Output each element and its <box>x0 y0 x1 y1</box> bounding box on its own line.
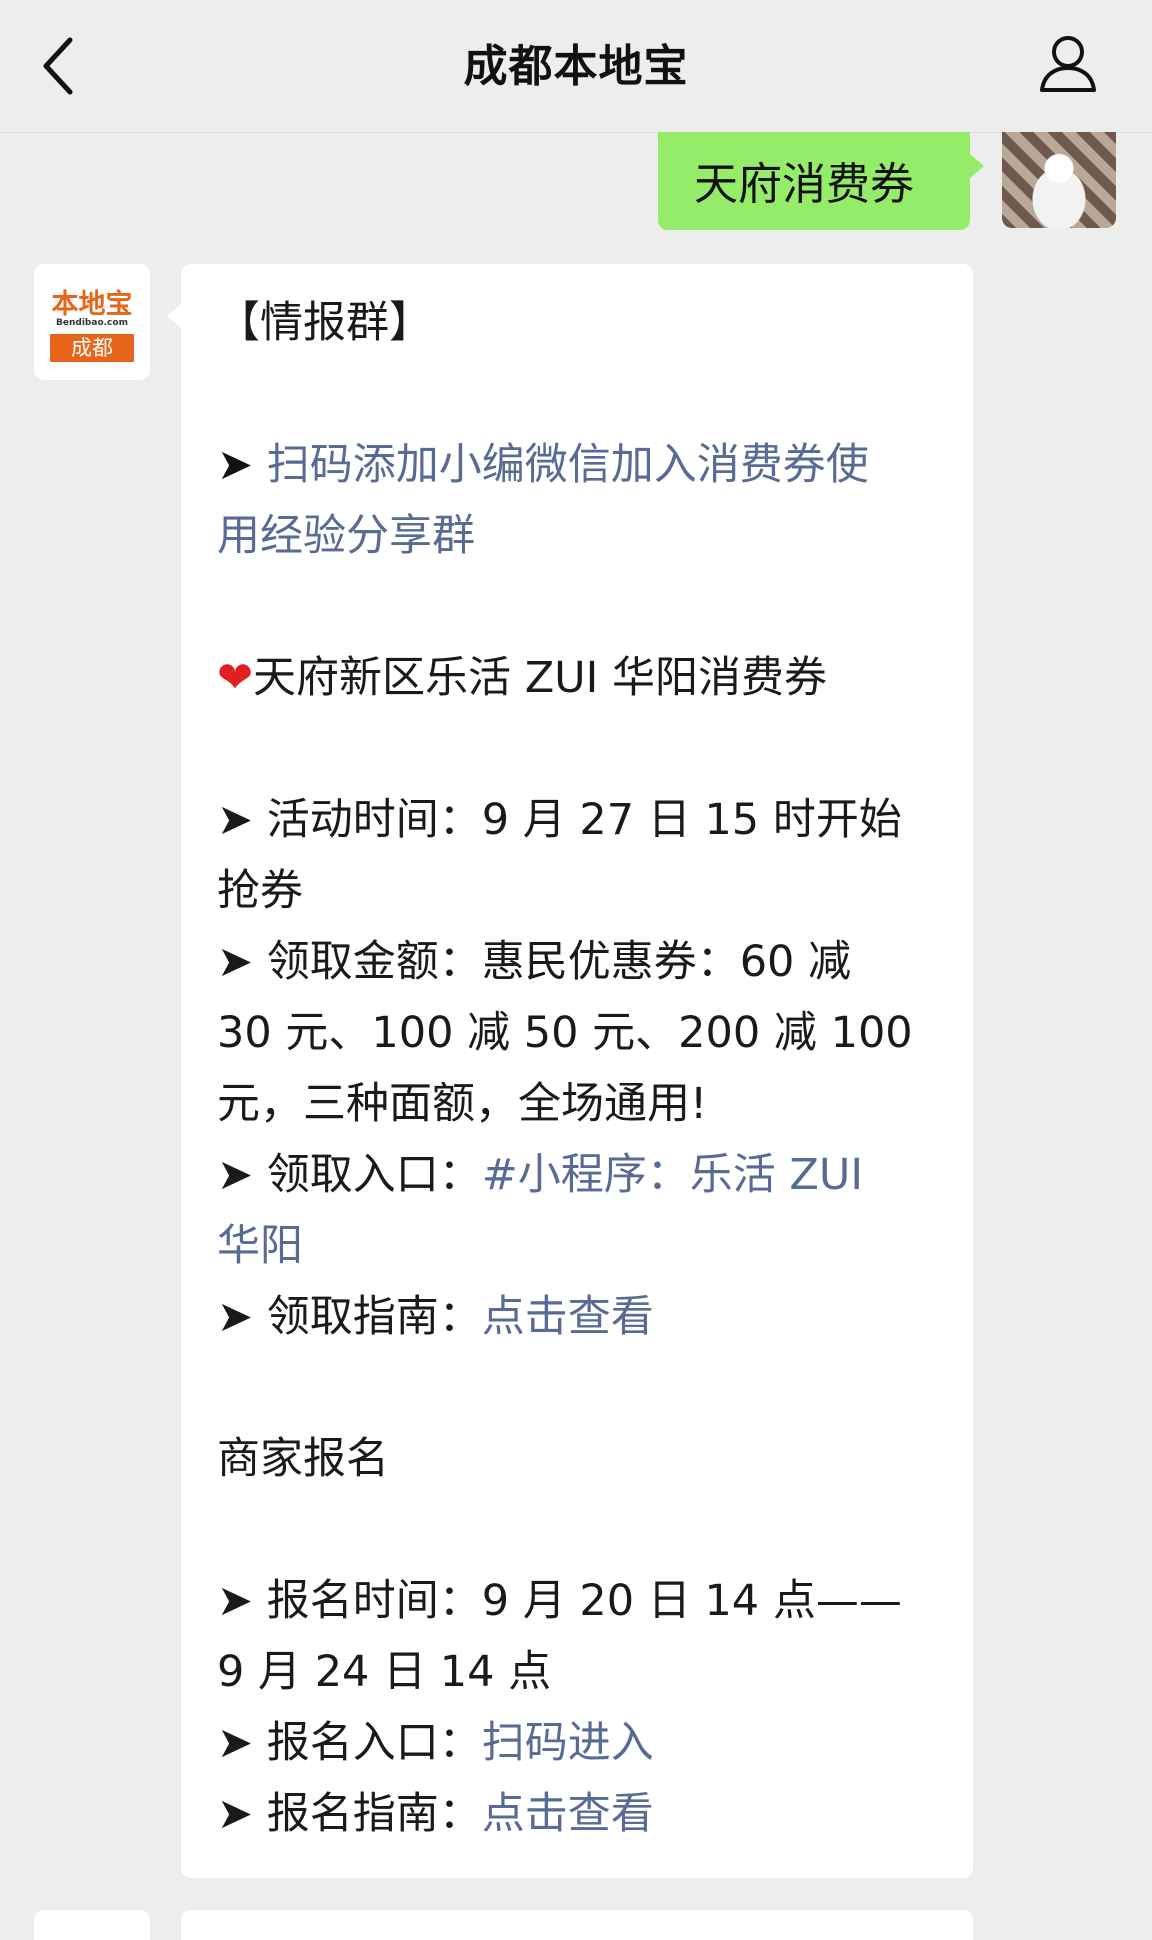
outgoing-message-bubble[interactable]: 天府消费券 <box>658 132 984 230</box>
outgoing-message-text: 天府消费券 <box>694 159 914 210</box>
message-line: ➤ 活动时间：9 月 27 日 15 时开始 <box>217 795 902 845</box>
mini-program-link[interactable]: #小程序：乐活 ZUI <box>482 1150 863 1200</box>
guide-label: ➤ 领取指南： <box>217 1292 482 1342</box>
signup-entry-label: ➤ 报名入口： <box>217 1718 482 1768</box>
arrow-icon: ➤ <box>217 440 267 490</box>
person-icon <box>1040 36 1096 92</box>
message-line: ➤ 领取指南：点击查看 <box>217 1282 955 1353</box>
message-line: 9 月 24 日 14 点 <box>217 1647 552 1697</box>
mini-program-link-cont[interactable]: 华阳 <box>217 1221 303 1271</box>
message-line: ➤ 报名时间：9 月 20 日 14 点—— <box>217 1576 902 1626</box>
profile-button[interactable] <box>1032 26 1112 106</box>
claim-guide-link[interactable]: 点击查看 <box>482 1292 654 1342</box>
heart-icon: ❤ <box>217 653 254 703</box>
entry-label: ➤ 领取入口： <box>217 1150 482 1200</box>
add-editor-wechat-link[interactable]: 扫码添加小编微信加入消费券使 <box>267 440 869 490</box>
message-line: 【情报群】 <box>217 298 432 348</box>
message-line: ➤ 报名指南：点击查看 <box>217 1779 955 1850</box>
signup-entry-link[interactable]: 扫码进入 <box>482 1718 654 1768</box>
message-line: 华阳 <box>217 1211 955 1282</box>
user-avatar[interactable] <box>1002 132 1116 228</box>
next-message-bubble <box>181 1910 973 1940</box>
next-message-avatar <box>34 1910 150 1940</box>
official-account-avatar[interactable]: 本地宝 Bendibao.com 成都 <box>34 264 150 380</box>
message-line: ➤ 领取金额：惠民优惠券：60 减 <box>217 937 852 987</box>
message-line: ❤天府新区乐活 ZUI 华阳消费券 <box>217 643 955 714</box>
message-line: ➤ 报名入口：扫码进入 <box>217 1708 955 1779</box>
signup-guide-link[interactable]: 点击查看 <box>482 1789 654 1839</box>
message-line: ➤ 领取入口：#小程序：乐活 ZUI <box>217 1140 955 1211</box>
message-line: 元，三种面额，全场通用! <box>217 1079 708 1129</box>
add-editor-wechat-link-cont[interactable]: 用经验分享群 <box>217 511 475 561</box>
message-line: ➤ 扫码添加小编微信加入消费券使 <box>217 430 955 501</box>
avatar-logo-text: 本地宝 <box>51 289 133 320</box>
signup-guide-label: ➤ 报名指南： <box>217 1789 482 1839</box>
chat-header: 成都本地宝 <box>0 0 1152 133</box>
incoming-message-bubble: 【情报群】 ➤ 扫码添加小编微信加入消费券使 用经验分享群 ❤天府新区乐活 ZU… <box>167 264 973 1878</box>
coupon-title: 天府新区乐活 ZUI 华阳消费券 <box>253 653 827 703</box>
message-line: 用经验分享群 <box>217 501 955 572</box>
message-line: 30 元、100 减 50 元、200 减 100 <box>217 1008 913 1058</box>
message-line: 抢券 <box>217 866 303 916</box>
chat-title: 成都本地宝 <box>463 41 689 92</box>
avatar-logo-city: 成都 <box>50 334 134 362</box>
merchant-section-title: 商家报名 <box>217 1434 389 1484</box>
avatar-logo-url: Bendibao.com <box>56 318 128 328</box>
message-content: 【情报群】 ➤ 扫码添加小编微信加入消费券使 用经验分享群 ❤天府新区乐活 ZU… <box>217 288 955 1850</box>
